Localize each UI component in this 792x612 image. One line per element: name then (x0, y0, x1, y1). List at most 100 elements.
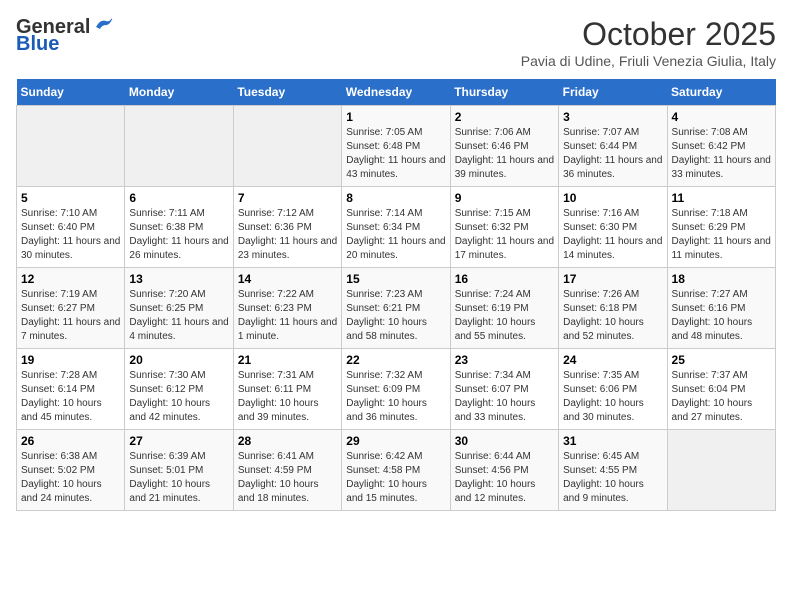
day-number: 9 (455, 191, 554, 205)
calendar-cell: 12 Sunrise: 7:19 AM Sunset: 6:27 PM Dayli… (17, 268, 125, 349)
day-info: Sunrise: 7:34 AM Sunset: 6:07 PM Dayligh… (455, 369, 554, 425)
calendar-cell: 25Sunrise: 7:37 AM Sunset: 6:04 PM Dayli… (667, 349, 775, 430)
calendar-cell: 6 Sunrise: 7:11 AM Sunset: 6:38 PM Daylig… (125, 187, 233, 268)
day-number: 13 (129, 272, 228, 286)
calendar-cell: 21Sunrise: 7:31 AM Sunset: 6:11 PM Dayli… (233, 349, 341, 430)
calendar-cell: 4 Sunrise: 7:08 AM Sunset: 6:42 PM Daylig… (667, 106, 775, 187)
day-info: Sunrise: 7:20 AM Sunset: 6:25 PM Dayligh… (129, 288, 228, 344)
logo-blue: Blue (16, 33, 59, 56)
day-number: 22 (346, 353, 445, 367)
day-info: Sunrise: 6:39 AM Sunset: 5:01 PM Dayligh… (129, 450, 228, 506)
calendar-cell: 11 Sunrise: 7:18 AM Sunset: 6:29 PM Dayli… (667, 187, 775, 268)
day-info: Sunrise: 7:08 AM Sunset: 6:42 PM Dayligh… (672, 126, 771, 182)
calendar-cell: 15 Sunrise: 7:23 AM Sunset: 6:21 PM Dayli… (342, 268, 450, 349)
day-number: 26 (21, 434, 120, 448)
day-info: Sunrise: 7:19 AM Sunset: 6:27 PM Dayligh… (21, 288, 120, 344)
calendar-cell: 17 Sunrise: 7:26 AM Sunset: 6:18 PM Dayli… (559, 268, 667, 349)
calendar-week-row: 19 Sunrise: 7:28 AM Sunset: 6:14 PM Dayli… (17, 349, 776, 430)
day-number: 6 (129, 191, 228, 205)
calendar-cell: 13 Sunrise: 7:20 AM Sunset: 6:25 PM Dayli… (125, 268, 233, 349)
title-section: October 2025 Pavia di Udine, Friuli Vene… (521, 16, 776, 69)
day-number: 2 (455, 110, 554, 124)
day-number: 11 (672, 191, 771, 205)
day-number: 5 (21, 191, 120, 205)
calendar-cell: 16 Sunrise: 7:24 AM Sunset: 6:19 PM Dayli… (450, 268, 558, 349)
day-number: 10 (563, 191, 662, 205)
calendar-cell: 18Sunrise: 7:27 AM Sunset: 6:16 PM Dayli… (667, 268, 775, 349)
calendar-cell: 26 Sunrise: 6:38 AM Sunset: 5:02 PM Dayli… (17, 430, 125, 511)
day-info: Sunrise: 7:23 AM Sunset: 6:21 PM Dayligh… (346, 288, 445, 344)
day-info: Sunrise: 7:22 AM Sunset: 6:23 PM Dayligh… (238, 288, 337, 344)
calendar-cell: 23Sunrise: 7:34 AM Sunset: 6:07 PM Dayli… (450, 349, 558, 430)
day-info: Sunrise: 6:42 AM Sunset: 4:58 PM Dayligh… (346, 450, 445, 506)
day-number: 24 (563, 353, 662, 367)
calendar-cell: 20 Sunrise: 7:30 AM Sunset: 6:12 PM Dayli… (125, 349, 233, 430)
day-info: Sunrise: 7:16 AM Sunset: 6:30 PM Dayligh… (563, 207, 662, 263)
calendar-cell: 14 Sunrise: 7:22 AM Sunset: 6:23 PM Dayli… (233, 268, 341, 349)
day-number: 15 (346, 272, 445, 286)
calendar-title: October 2025 (521, 16, 776, 53)
calendar-week-row: 1 Sunrise: 7:05 AM Sunset: 6:48 PM Daylig… (17, 106, 776, 187)
calendar-cell: 7Sunrise: 7:12 AM Sunset: 6:36 PM Daylig… (233, 187, 341, 268)
day-info: Sunrise: 7:30 AM Sunset: 6:12 PM Dayligh… (129, 369, 228, 425)
day-info: Sunrise: 7:35 AM Sunset: 6:06 PM Dayligh… (563, 369, 662, 425)
day-number: 7 (238, 191, 337, 205)
calendar-cell (17, 106, 125, 187)
day-number: 20 (129, 353, 228, 367)
day-number: 31 (563, 434, 662, 448)
calendar-cell: 3 Sunrise: 7:07 AM Sunset: 6:44 PM Daylig… (559, 106, 667, 187)
calendar-cell (125, 106, 233, 187)
day-info: Sunrise: 7:26 AM Sunset: 6:18 PM Dayligh… (563, 288, 662, 344)
day-info: Sunrise: 6:41 AM Sunset: 4:59 PM Dayligh… (238, 450, 337, 506)
day-number: 8 (346, 191, 445, 205)
calendar-cell: 28 Sunrise: 6:41 AM Sunset: 4:59 PM Dayli… (233, 430, 341, 511)
weekday-header: Thursday (450, 79, 558, 106)
day-info: Sunrise: 7:18 AM Sunset: 6:29 PM Dayligh… (672, 207, 771, 263)
calendar-table: SundayMondayTuesdayWednesdayThursdayFrid… (16, 79, 776, 511)
day-number: 19 (21, 353, 120, 367)
calendar-cell: 8Sunrise: 7:14 AM Sunset: 6:34 PM Daylig… (342, 187, 450, 268)
day-info: Sunrise: 7:28 AM Sunset: 6:14 PM Dayligh… (21, 369, 120, 425)
day-info: Sunrise: 7:15 AM Sunset: 6:32 PM Dayligh… (455, 207, 554, 263)
weekday-header: Saturday (667, 79, 775, 106)
calendar-cell: 1 Sunrise: 7:05 AM Sunset: 6:48 PM Daylig… (342, 106, 450, 187)
calendar-cell: 9 Sunrise: 7:15 AM Sunset: 6:32 PM Daylig… (450, 187, 558, 268)
day-number: 27 (129, 434, 228, 448)
weekday-header: Sunday (17, 79, 125, 106)
page-header: General Blue October 2025 Pavia di Udine… (16, 16, 776, 69)
calendar-cell: 29Sunrise: 6:42 AM Sunset: 4:58 PM Dayli… (342, 430, 450, 511)
day-info: Sunrise: 7:24 AM Sunset: 6:19 PM Dayligh… (455, 288, 554, 344)
calendar-cell: 2 Sunrise: 7:06 AM Sunset: 6:46 PM Daylig… (450, 106, 558, 187)
day-info: Sunrise: 7:07 AM Sunset: 6:44 PM Dayligh… (563, 126, 662, 182)
day-number: 16 (455, 272, 554, 286)
calendar-cell (233, 106, 341, 187)
day-number: 14 (238, 272, 337, 286)
weekday-header-row: SundayMondayTuesdayWednesdayThursdayFrid… (17, 79, 776, 106)
weekday-header: Wednesday (342, 79, 450, 106)
logo-bird-icon (92, 17, 114, 35)
day-info: Sunrise: 7:31 AM Sunset: 6:11 PM Dayligh… (238, 369, 337, 425)
day-info: Sunrise: 7:05 AM Sunset: 6:48 PM Dayligh… (346, 126, 445, 182)
day-number: 18 (672, 272, 771, 286)
weekday-header: Friday (559, 79, 667, 106)
day-number: 28 (238, 434, 337, 448)
calendar-week-row: 26 Sunrise: 6:38 AM Sunset: 5:02 PM Dayli… (17, 430, 776, 511)
calendar-cell: 19 Sunrise: 7:28 AM Sunset: 6:14 PM Dayli… (17, 349, 125, 430)
calendar-cell: 31Sunrise: 6:45 AM Sunset: 4:55 PM Dayli… (559, 430, 667, 511)
day-number: 30 (455, 434, 554, 448)
day-info: Sunrise: 7:06 AM Sunset: 6:46 PM Dayligh… (455, 126, 554, 182)
logo: General Blue (16, 16, 114, 56)
weekday-header: Monday (125, 79, 233, 106)
day-number: 4 (672, 110, 771, 124)
day-number: 1 (346, 110, 445, 124)
day-number: 25 (672, 353, 771, 367)
day-number: 12 (21, 272, 120, 286)
day-number: 17 (563, 272, 662, 286)
day-info: Sunrise: 6:44 AM Sunset: 4:56 PM Dayligh… (455, 450, 554, 506)
calendar-cell: 30 Sunrise: 6:44 AM Sunset: 4:56 PM Dayli… (450, 430, 558, 511)
calendar-cell: 22Sunrise: 7:32 AM Sunset: 6:09 PM Dayli… (342, 349, 450, 430)
day-info: Sunrise: 7:11 AM Sunset: 6:38 PM Dayligh… (129, 207, 228, 263)
day-info: Sunrise: 6:38 AM Sunset: 5:02 PM Dayligh… (21, 450, 120, 506)
calendar-cell: 27 Sunrise: 6:39 AM Sunset: 5:01 PM Dayli… (125, 430, 233, 511)
day-number: 3 (563, 110, 662, 124)
